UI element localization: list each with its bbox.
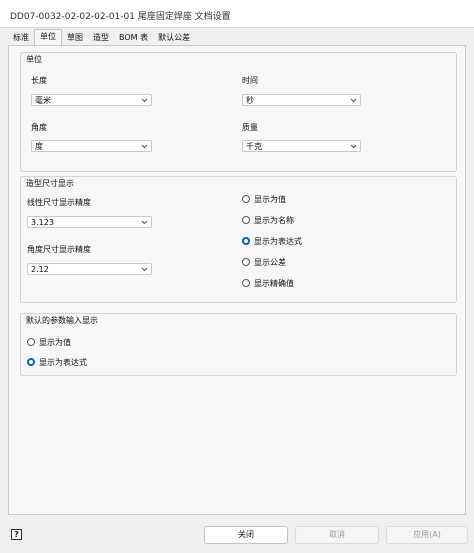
dimension-display-group: 造型尺寸显示 线性尺寸显示精度 3.123 角度尺寸显示精度 2.12 显示为值… xyxy=(20,176,457,303)
units-group-title: 单位 xyxy=(26,55,42,64)
radio-show-name[interactable]: 显示为名称 xyxy=(242,214,294,226)
radio-show-tolerance[interactable]: 显示公差 xyxy=(242,256,286,268)
radio-indicator xyxy=(242,279,250,287)
length-label: 长度 xyxy=(31,76,47,85)
apply-button[interactable]: 应用(A) xyxy=(386,526,468,544)
mass-label: 质量 xyxy=(242,123,258,132)
radio-label: 显示公差 xyxy=(254,257,286,267)
cancel-button[interactable]: 取消 xyxy=(295,526,379,544)
time-label: 时间 xyxy=(242,76,258,85)
radio-param-show-expression[interactable]: 显示为表达式 xyxy=(27,356,87,368)
radio-indicator-selected xyxy=(27,358,35,366)
chevron-down-icon xyxy=(141,267,148,272)
time-select[interactable]: 秒 xyxy=(242,94,361,106)
radio-show-exact-value[interactable]: 显示精确值 xyxy=(242,277,294,289)
angular-precision-select[interactable]: 2.12 xyxy=(27,263,152,275)
length-select[interactable]: 毫米 xyxy=(31,94,152,106)
radio-label: 显示为值 xyxy=(39,337,71,347)
radio-indicator xyxy=(242,195,250,203)
chevron-down-icon xyxy=(350,144,357,149)
radio-show-expression[interactable]: 显示为表达式 xyxy=(242,235,302,247)
radio-label: 显示为表达式 xyxy=(39,357,87,367)
radio-indicator xyxy=(27,338,35,346)
tab-default-tolerance[interactable]: 默认公差 xyxy=(153,31,195,45)
close-button[interactable]: 关闭 xyxy=(204,526,288,544)
tab-bom[interactable]: BOM 表 xyxy=(114,31,153,45)
linear-precision-label: 线性尺寸显示精度 xyxy=(27,198,91,207)
tab-standard[interactable]: 标准 xyxy=(8,31,34,45)
angle-select-value: 度 xyxy=(35,142,43,151)
dimension-display-group-title: 造型尺寸显示 xyxy=(26,179,74,188)
linear-precision-select[interactable]: 3.123 xyxy=(27,216,152,228)
radio-param-show-value[interactable]: 显示为值 xyxy=(27,336,71,348)
title-bar: DD07-0032-02-02-02-01-01 尾座固定焊座 文档设置 xyxy=(0,0,474,28)
tab-content-panel: 单位 长度 毫米 时间 秒 角度 度 质量 千克 造型尺寸显示 线性尺寸显示精度… xyxy=(8,45,466,515)
radio-label: 显示精确值 xyxy=(254,278,294,288)
tab-modeling[interactable]: 造型 xyxy=(88,31,114,45)
radio-indicator xyxy=(242,258,250,266)
radio-show-value[interactable]: 显示为值 xyxy=(242,193,286,205)
chevron-down-icon xyxy=(141,98,148,103)
radio-label: 显示为名称 xyxy=(254,215,294,225)
radio-indicator xyxy=(242,216,250,224)
angle-label: 角度 xyxy=(31,123,47,132)
chevron-down-icon xyxy=(350,98,357,103)
parameter-input-group-title: 默认的参数输入显示 xyxy=(26,316,98,325)
window-title: DD07-0032-02-02-02-01-01 尾座固定焊座 文档设置 xyxy=(10,12,231,22)
mass-select-value: 千克 xyxy=(246,142,262,151)
length-select-value: 毫米 xyxy=(35,96,51,105)
chevron-down-icon xyxy=(141,144,148,149)
parameter-input-group: 默认的参数输入显示 显示为值 显示为表达式 xyxy=(20,313,457,376)
angle-select[interactable]: 度 xyxy=(31,140,152,152)
radio-indicator-selected xyxy=(242,237,250,245)
linear-precision-value: 3.123 xyxy=(31,218,54,227)
tab-strip: 标准 单位 草图 造型 BOM 表 默认公差 xyxy=(8,29,195,45)
radio-label: 显示为值 xyxy=(254,194,286,204)
angular-precision-value: 2.12 xyxy=(31,265,49,274)
tab-units[interactable]: 单位 xyxy=(34,29,62,45)
units-group: 单位 长度 毫米 时间 秒 角度 度 质量 千克 xyxy=(20,52,457,172)
angular-precision-label: 角度尺寸显示精度 xyxy=(27,245,91,254)
mass-select[interactable]: 千克 xyxy=(242,140,361,152)
radio-label: 显示为表达式 xyxy=(254,236,302,246)
chevron-down-icon xyxy=(141,220,148,225)
tab-sketch[interactable]: 草图 xyxy=(62,31,88,45)
time-select-value: 秒 xyxy=(246,96,254,105)
help-icon[interactable]: ? xyxy=(11,529,22,540)
